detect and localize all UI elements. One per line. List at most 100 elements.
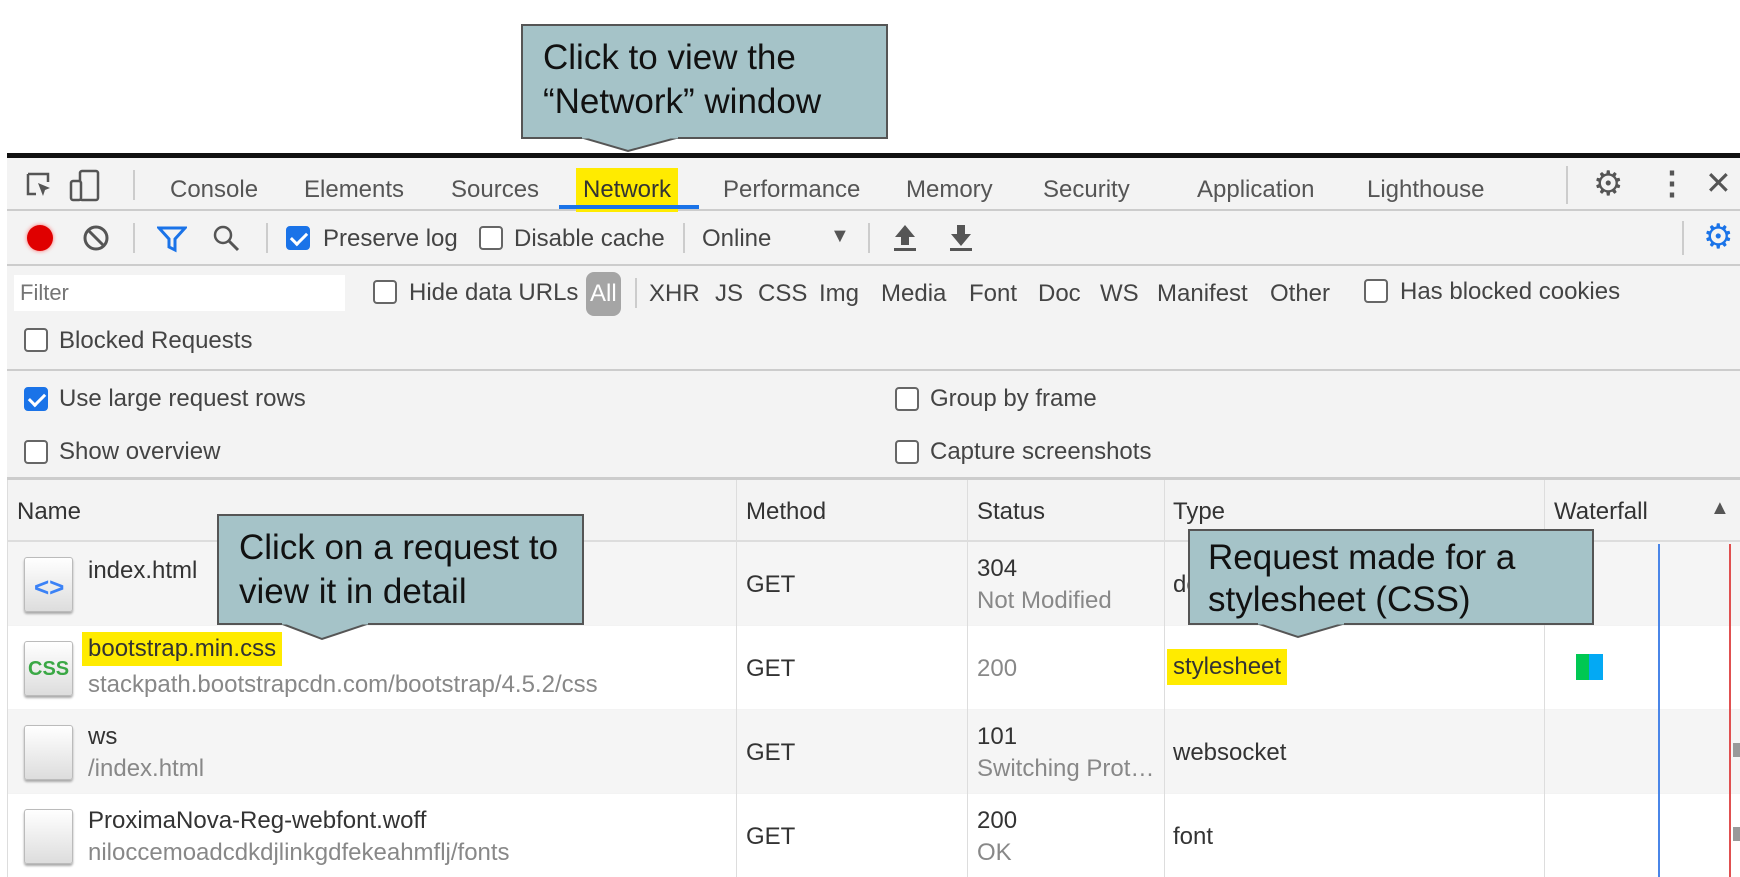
blank-file-icon bbox=[24, 725, 73, 780]
callout-text: Click on a request to view it in detail bbox=[239, 528, 559, 611]
request-name: ProximaNova-Reg-webfont.woff bbox=[88, 807, 427, 834]
column-header-name[interactable]: Name bbox=[17, 498, 81, 526]
request-status: 101 bbox=[977, 723, 1018, 750]
callout-arrow bbox=[1256, 623, 1346, 639]
settings-gear-icon[interactable]: ⚙ bbox=[1593, 164, 1623, 204]
callout-network: Click to view the “Network” window bbox=[521, 24, 888, 139]
dropdown-arrow-icon: ▼ bbox=[830, 225, 850, 247]
waterfall-bar bbox=[1733, 743, 1740, 757]
tab-bar: Console Elements Sources Network Perform… bbox=[7, 158, 1740, 212]
column-header-type[interactable]: Type bbox=[1173, 498, 1225, 526]
filter-type-ws[interactable]: WS bbox=[1100, 280, 1139, 308]
large-rows-label: Use large request rows bbox=[59, 385, 306, 412]
request-status: 200 bbox=[977, 807, 1018, 834]
table-row[interactable]: CSS bootstrap.min.css stackpath.bootstra… bbox=[7, 626, 1740, 709]
has-blocked-cookies-checkbox[interactable] bbox=[1364, 279, 1388, 303]
hide-data-urls-checkbox[interactable] bbox=[373, 280, 397, 304]
filter-type-all[interactable]: All bbox=[586, 272, 621, 316]
clear-icon[interactable] bbox=[82, 224, 110, 252]
request-name: bootstrap.min.css bbox=[82, 632, 283, 666]
callout-stylesheet: Request made for a stylesheet (CSS) bbox=[1188, 529, 1594, 625]
capture-screenshots-checkbox[interactable] bbox=[895, 440, 919, 464]
more-options-icon[interactable]: ⋮ bbox=[1656, 164, 1688, 202]
request-status: 200 bbox=[977, 655, 1018, 682]
preserve-log-label: Preserve log bbox=[323, 225, 458, 252]
network-settings-gear-icon[interactable]: ⚙ bbox=[1703, 217, 1733, 257]
tab-performance[interactable]: Performance bbox=[723, 176, 860, 204]
filter-type-js[interactable]: JS bbox=[715, 280, 743, 308]
devtools-panel: Console Elements Sources Network Perform… bbox=[7, 153, 1740, 877]
callout-text: Request made for a stylesheet (CSS) bbox=[1208, 538, 1516, 619]
sort-ascending-icon[interactable]: ▲ bbox=[1710, 497, 1730, 520]
group-by-frame-checkbox[interactable] bbox=[895, 387, 919, 411]
group-by-frame-label: Group by frame bbox=[930, 385, 1097, 412]
preserve-log-checkbox[interactable] bbox=[286, 226, 310, 250]
large-rows-checkbox[interactable] bbox=[24, 387, 48, 411]
callout-arrow bbox=[580, 137, 680, 153]
request-method: GET bbox=[746, 739, 796, 766]
hide-data-urls-label: Hide data URLs bbox=[409, 279, 579, 306]
table-row[interactable]: ws /index.html GET 101 Switching Prot… w… bbox=[7, 710, 1740, 793]
tab-memory[interactable]: Memory bbox=[906, 176, 993, 204]
filter-type-doc[interactable]: Doc bbox=[1038, 280, 1081, 308]
tab-application[interactable]: Application bbox=[1197, 176, 1314, 204]
export-har-icon[interactable] bbox=[947, 223, 975, 253]
request-name: index.html bbox=[88, 557, 198, 584]
show-overview-label: Show overview bbox=[59, 438, 221, 465]
throttling-select[interactable]: Online ▼ bbox=[702, 225, 852, 253]
waterfall-bar-download bbox=[1589, 654, 1603, 680]
column-header-waterfall[interactable]: Waterfall bbox=[1554, 498, 1648, 526]
blocked-requests-label: Blocked Requests bbox=[59, 327, 253, 354]
callout-request: Click on a request to view it in detail bbox=[217, 514, 584, 625]
disable-cache-checkbox[interactable] bbox=[479, 226, 503, 250]
search-icon[interactable] bbox=[211, 223, 241, 253]
filter-input[interactable] bbox=[14, 275, 345, 311]
blocked-requests-checkbox[interactable] bbox=[24, 328, 48, 352]
request-type: websocket bbox=[1173, 739, 1287, 766]
waterfall-bar-waiting bbox=[1576, 654, 1589, 680]
request-method: GET bbox=[746, 655, 796, 682]
callout-text: Click to view the “Network” window bbox=[543, 38, 822, 121]
dom-content-loaded-line bbox=[1658, 544, 1660, 877]
css-file-icon: CSS bbox=[24, 641, 73, 696]
import-har-icon[interactable] bbox=[891, 223, 919, 253]
request-status-text: Not Modified bbox=[977, 587, 1112, 614]
throttling-value: Online bbox=[702, 225, 772, 252]
tab-security[interactable]: Security bbox=[1043, 176, 1130, 204]
device-toolbar-icon[interactable] bbox=[69, 169, 101, 203]
inspect-element-icon[interactable] bbox=[25, 171, 55, 201]
tab-lighthouse[interactable]: Lighthouse bbox=[1367, 176, 1484, 204]
request-path: niloccemoadcdkdjlinkgdfekeahmflj/fonts bbox=[88, 839, 510, 866]
filter-icon[interactable] bbox=[157, 225, 187, 253]
close-icon[interactable]: ✕ bbox=[1705, 164, 1732, 202]
request-path: stackpath.bootstrapcdn.com/bootstrap/4.5… bbox=[88, 671, 598, 698]
request-name: ws bbox=[88, 723, 118, 750]
record-button[interactable] bbox=[27, 225, 53, 251]
tab-sources[interactable]: Sources bbox=[451, 176, 539, 204]
request-type: stylesheet bbox=[1167, 649, 1288, 685]
filter-type-media[interactable]: Media bbox=[881, 280, 946, 308]
filter-type-img[interactable]: Img bbox=[819, 280, 859, 308]
waterfall-bar bbox=[1733, 827, 1740, 841]
filter-type-font[interactable]: Font bbox=[969, 280, 1017, 308]
filter-type-other[interactable]: Other bbox=[1270, 280, 1330, 308]
filter-type-xhr[interactable]: XHR bbox=[649, 280, 700, 308]
has-blocked-cookies-label: Has blocked cookies bbox=[1400, 278, 1621, 305]
request-path: /index.html bbox=[88, 755, 205, 782]
show-overview-checkbox[interactable] bbox=[24, 440, 48, 464]
request-status-text: OK bbox=[977, 839, 1012, 866]
filter-type-manifest[interactable]: Manifest bbox=[1157, 280, 1248, 308]
table-row[interactable]: ProximaNova-Reg-webfont.woff niloccemoad… bbox=[7, 794, 1740, 877]
column-header-method[interactable]: Method bbox=[746, 498, 826, 526]
request-method: GET bbox=[746, 571, 796, 598]
load-event-line bbox=[1729, 544, 1731, 877]
request-status-text: Switching Prot… bbox=[977, 755, 1155, 782]
settings-pane: Use large request rows Group by frame Sh… bbox=[7, 371, 1740, 480]
request-type: font bbox=[1173, 823, 1214, 850]
active-tab-indicator bbox=[559, 205, 699, 209]
tab-console[interactable]: Console bbox=[170, 176, 258, 204]
tab-elements[interactable]: Elements bbox=[304, 176, 404, 204]
column-header-status[interactable]: Status bbox=[977, 498, 1045, 526]
disable-cache-label: Disable cache bbox=[514, 225, 665, 252]
filter-type-css[interactable]: CSS bbox=[758, 280, 807, 308]
